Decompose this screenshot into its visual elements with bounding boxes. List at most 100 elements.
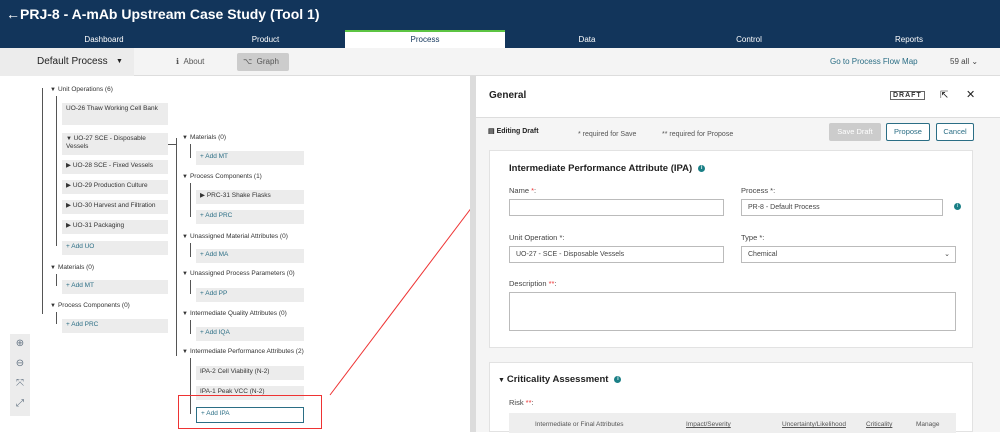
- info-icon[interactable]: i: [698, 164, 706, 172]
- process-flow-map-link[interactable]: Go to Process Flow Map: [830, 57, 918, 66]
- required-propose-note: ** required for Propose: [662, 131, 734, 138]
- expand-icon: ▶: [66, 202, 73, 209]
- r-add-mt-button[interactable]: + Add MT: [196, 151, 304, 165]
- unassigned-pp-node[interactable]: ▼ Unassigned Process Parameters (0): [182, 270, 295, 277]
- r-process-components-node[interactable]: ▼ Process Components (1): [182, 173, 262, 180]
- collapse-icon: ▼: [182, 311, 188, 317]
- uo-29-node[interactable]: ▶ UO-29 Production Culture: [62, 180, 168, 194]
- unit-operation-field[interactable]: UO-27 - SCE - Disposable Vessels: [509, 246, 724, 263]
- type-select-value: Chemical: [748, 251, 778, 258]
- column-impact[interactable]: Impact/Severity: [686, 421, 731, 428]
- about-button[interactable]: ℹ About: [172, 53, 208, 71]
- required-save-note: * required for Save: [578, 131, 637, 138]
- expand-icon: ▶: [66, 222, 73, 229]
- process-selector[interactable]: Default Process ▼: [0, 48, 134, 76]
- tab-control[interactable]: Control: [669, 30, 829, 48]
- cancel-button[interactable]: Cancel: [936, 123, 974, 141]
- draft-badge: DRAFT: [890, 91, 925, 100]
- add-pp-button[interactable]: + Add PP: [196, 288, 304, 302]
- criticality-title[interactable]: ▼ Criticality Assessment i: [498, 374, 622, 385]
- uo-29-label: UO-29 Production Culture: [72, 182, 148, 189]
- expand-icon: ▶: [66, 162, 73, 169]
- ipa-node[interactable]: ▼ Intermediate Performance Attributes (2): [182, 348, 304, 355]
- unassigned-ma-node[interactable]: ▼ Unassigned Material Attributes (0): [182, 233, 288, 240]
- save-draft-button[interactable]: Save Draft: [829, 123, 881, 141]
- uo-26-label: UO-26 Thaw Working Cell Bank: [66, 105, 158, 112]
- unit-operations-node[interactable]: ▼ Unit Operations (6): [50, 86, 113, 93]
- collapse-icon: ▼: [182, 174, 188, 180]
- description-label-text: Description: [509, 279, 549, 288]
- risk-table-header: Intermediate or Final Attributes Impact/…: [509, 413, 956, 433]
- add-iqa-button[interactable]: + Add IQA: [196, 327, 304, 341]
- add-mt-button[interactable]: + Add MT: [62, 280, 168, 294]
- tab-process[interactable]: Process: [345, 30, 505, 48]
- back-arrow-icon[interactable]: ←: [6, 6, 20, 22]
- open-external-icon[interactable]: ⇱: [940, 90, 948, 101]
- r-materials-label: Materials (0): [189, 134, 227, 141]
- expand-icon: ▶: [200, 192, 207, 199]
- name-field[interactable]: [509, 199, 724, 216]
- records-filter-label: 59 all: [950, 57, 970, 66]
- risk-label: Risk **:: [509, 398, 534, 407]
- top-header: ← PRJ-8 - A-mAb Upstream Case Study (Too…: [0, 0, 1000, 30]
- unit-operations-label: Unit Operations (6): [57, 86, 113, 93]
- criticality-card: ▼ Criticality Assessment i Risk **: Inter…: [489, 362, 973, 433]
- description-field[interactable]: [509, 292, 956, 331]
- panel-title: General: [489, 90, 527, 101]
- uo-31-node[interactable]: ▶ UO-31 Packaging: [62, 220, 168, 234]
- info-icon[interactable]: i: [954, 203, 961, 210]
- expand-icon[interactable]: ⤢: [10, 394, 30, 414]
- propose-button[interactable]: Propose: [886, 123, 930, 141]
- unit-operation-label: Unit Operation *:: [509, 233, 565, 242]
- tab-dashboard[interactable]: Dashboard: [22, 30, 186, 48]
- info-icon[interactable]: i: [614, 375, 622, 383]
- collapse-icon: ▼: [50, 303, 56, 309]
- zoom-in-icon[interactable]: ⊕: [10, 334, 30, 354]
- process-selector-label: Default Process: [37, 56, 108, 67]
- process-label: Process *:: [741, 186, 776, 195]
- tab-reports[interactable]: Reports: [829, 30, 989, 48]
- graph-icon: ⌥: [243, 57, 253, 66]
- unassigned-pp-label: Unassigned Process Parameters (0): [189, 270, 295, 277]
- uo-30-node[interactable]: ▶ UO-30 Harvest and Filtration: [62, 200, 168, 214]
- tab-product[interactable]: Product: [186, 30, 345, 48]
- process-components-node[interactable]: ▼ Process Components (0): [50, 302, 130, 309]
- graph-button[interactable]: ⌥ Graph: [237, 53, 289, 71]
- collapse-icon: ▼: [66, 136, 74, 142]
- type-label: Type *:: [741, 233, 765, 242]
- tab-data[interactable]: Data: [505, 30, 669, 48]
- collapse-icon: ▼: [182, 234, 188, 240]
- add-prc-button[interactable]: + Add PRC: [62, 319, 168, 333]
- iqa-node[interactable]: ▼ Intermediate Quality Attributes (0): [182, 310, 287, 317]
- column-criticality[interactable]: Criticality: [866, 421, 892, 428]
- records-filter[interactable]: 59 all ⌄: [950, 57, 978, 66]
- r-materials-node[interactable]: ▼ Materials (0): [182, 134, 226, 141]
- ipa-2-node[interactable]: IPA-2 Cell Viability (N-2): [196, 366, 304, 380]
- uo-31-label: UO-31 Packaging: [72, 222, 125, 229]
- add-ma-button[interactable]: + Add MA: [196, 249, 304, 263]
- column-uncertainty[interactable]: Uncertainty/Likelihood: [782, 421, 846, 428]
- zoom-out-icon[interactable]: ⊖: [10, 354, 30, 374]
- fit-to-screen-icon[interactable]: ⤧: [10, 374, 30, 394]
- ipa-card-title-text: Intermediate Performance Attribute (IPA): [509, 163, 693, 174]
- type-select[interactable]: Chemical ⌄: [741, 246, 956, 263]
- name-label-text: Name: [509, 186, 532, 195]
- prc-31-node[interactable]: ▶ PRC-31 Shake Flasks: [196, 190, 304, 204]
- materials-node[interactable]: ▼ Materials (0): [50, 264, 94, 271]
- add-uo-button[interactable]: + Add UO: [62, 241, 168, 255]
- info-icon: ℹ: [176, 57, 180, 66]
- column-attributes: Intermediate or Final Attributes: [535, 421, 624, 428]
- uo-27-node[interactable]: ▼ UO-27 SCE - Disposable Vessels: [62, 133, 168, 155]
- main-tabs: Dashboard Product Process Data Control R…: [0, 30, 1000, 48]
- r-add-prc-button[interactable]: + Add PRC: [196, 210, 304, 224]
- process-field[interactable]: PR-8 - Default Process: [741, 199, 943, 216]
- close-icon[interactable]: ✕: [966, 88, 975, 101]
- process-components-label: Process Components (0): [57, 302, 130, 309]
- uo-28-node[interactable]: ▶ UO-28 SCE - Fixed Vessels: [62, 160, 168, 174]
- uo-26-node[interactable]: UO-26 Thaw Working Cell Bank: [62, 103, 168, 125]
- r-process-components-label: Process Components (1): [189, 173, 262, 180]
- collapse-icon: ▼: [182, 271, 188, 277]
- process-graph: ▼ Unit Operations (6) UO-26 Thaw Working …: [0, 76, 470, 432]
- project-title: PRJ-8 - A-mAb Upstream Case Study (Tool …: [20, 6, 320, 22]
- ipa-2-label: IPA-2 Cell Viability (N-2): [200, 368, 270, 375]
